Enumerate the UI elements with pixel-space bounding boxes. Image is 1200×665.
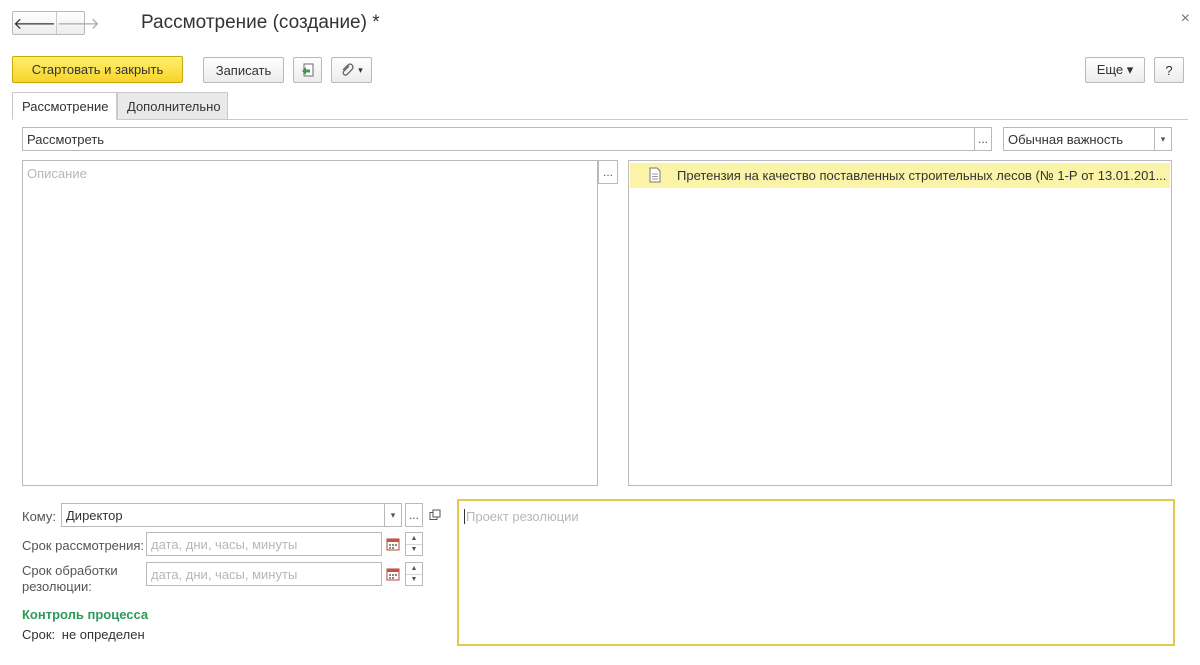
back-button[interactable]: 🡐 <box>13 12 56 34</box>
tab-review[interactable]: Рассмотрение <box>12 92 117 120</box>
resolution-deadline-label-line2: резолюции: <box>22 579 92 594</box>
resolution-textarea[interactable]: Проект резолюции <box>457 499 1175 646</box>
importance-dropdown-button[interactable]: ▾ <box>1154 127 1172 151</box>
description-textarea[interactable]: Описание <box>22 160 598 486</box>
calendar-icon <box>386 538 400 551</box>
resolution-deadline-stepper[interactable]: ▲ ▼ <box>405 562 423 586</box>
to-dropdown-button[interactable]: ▾ <box>384 503 402 527</box>
deadline-calendar-button[interactable] <box>382 532 404 556</box>
attachments-button[interactable]: ▾ <box>331 57 372 83</box>
tab-additional[interactable]: Дополнительно <box>117 92 228 120</box>
document-arrow-icon <box>301 63 313 77</box>
spin-down-icon[interactable]: ▼ <box>406 573 422 586</box>
arrow-left-icon: 🡐 <box>13 15 56 33</box>
term-value: не определен <box>61 627 145 642</box>
start-and-close-button[interactable]: Стартовать и закрыть <box>12 56 183 83</box>
help-button[interactable]: ? <box>1154 57 1184 83</box>
spin-up-icon[interactable]: ▲ <box>406 563 422 574</box>
list-item[interactable]: Претензия на качество поставленных строи… <box>630 163 1170 188</box>
chevron-down-icon: ▾ <box>390 509 396 520</box>
arrow-right-icon: 🡒 <box>56 15 100 33</box>
paperclip-icon <box>342 63 354 76</box>
forward-button[interactable]: 🡒 <box>55 12 100 34</box>
resolution-deadline-calendar-button[interactable] <box>382 562 404 586</box>
attachments-list: Претензия на качество поставленных строи… <box>628 160 1172 486</box>
to-select-button[interactable]: ... <box>405 503 423 527</box>
text-cursor <box>464 509 465 524</box>
resolution-deadline-input[interactable]: дата, дни, часы, минуты <box>146 562 382 586</box>
spin-up-icon[interactable]: ▲ <box>406 533 422 544</box>
process-control-title: Контроль процесса <box>22 607 149 622</box>
create-based-on-button[interactable] <box>293 57 322 83</box>
navigation-buttons: 🡐 🡒 <box>12 11 100 35</box>
tab-divider <box>12 119 1188 120</box>
chevron-down-icon: ▾ <box>358 64 363 75</box>
close-icon[interactable]: × <box>1181 10 1190 28</box>
resolution-placeholder: Проект резолюции <box>466 509 579 524</box>
resolution-deadline-label-line1: Срок обработки <box>22 563 118 578</box>
document-icon <box>649 167 661 183</box>
deadline-label: Срок рассмотрения: <box>22 538 144 553</box>
description-expand-button[interactable]: ... <box>598 160 618 184</box>
spin-down-icon[interactable]: ▼ <box>406 543 422 556</box>
resolution-deadline-label: Срок обработки резолюции: <box>22 563 118 595</box>
more-button[interactable]: Еще ▾ <box>1085 57 1145 83</box>
subject-select-button[interactable]: ... <box>974 127 992 151</box>
importance-select[interactable]: Обычная важность <box>1003 127 1155 151</box>
attachment-title: Претензия на качество поставленных строи… <box>677 167 1167 183</box>
to-label: Кому: <box>22 509 56 524</box>
chevron-down-icon: ▾ <box>1160 133 1166 144</box>
open-window-icon <box>429 509 441 520</box>
subject-input[interactable]: Рассмотреть <box>22 127 975 151</box>
to-input[interactable]: Директор <box>61 503 385 527</box>
deadline-stepper[interactable]: ▲ ▼ <box>405 532 423 556</box>
to-open-button[interactable] <box>426 503 444 527</box>
term-label: Срок: <box>22 627 56 642</box>
description-placeholder: Описание <box>27 166 87 181</box>
deadline-input[interactable]: дата, дни, часы, минуты <box>146 532 382 556</box>
save-button[interactable]: Записать <box>203 57 284 83</box>
window-title: Рассмотрение (создание) * <box>141 12 380 33</box>
calendar-icon <box>386 568 400 581</box>
term-row: Срок: не определен <box>22 627 145 642</box>
